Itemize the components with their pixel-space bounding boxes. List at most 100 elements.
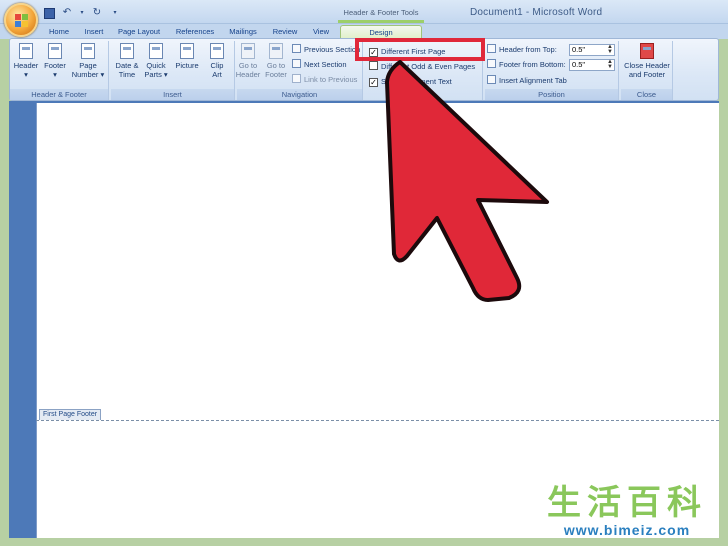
chevron-down-icon: ▾ xyxy=(100,70,105,79)
header-button[interactable]: Header ▾ xyxy=(12,43,40,87)
goto-footer-button[interactable]: Go to Footer xyxy=(262,43,290,87)
page-number-icon xyxy=(81,43,95,59)
watermark-chinese: 生活百科 xyxy=(547,483,707,523)
tab-view[interactable]: View xyxy=(307,25,335,39)
tab-references[interactable]: References xyxy=(172,25,218,39)
insert-alignment-tab-label: Insert Alignment Tab xyxy=(499,76,567,85)
chevron-down-icon: ▾ xyxy=(163,70,168,79)
footer-boundary xyxy=(36,420,719,421)
different-odd-even-label: Different Odd & Even Pages xyxy=(381,62,476,71)
link-icon xyxy=(292,74,301,83)
spin-arrows-icon[interactable]: ▲ ▼ xyxy=(607,59,613,70)
context-tool-band xyxy=(338,20,424,23)
dropdown-icon[interactable]: ▾ xyxy=(79,7,85,19)
close-label-1: Close Header xyxy=(624,61,670,70)
office-button[interactable] xyxy=(4,3,38,37)
previous-section-button[interactable]: Previous Section xyxy=(292,43,360,56)
goto-footer-label-1: Go to xyxy=(266,61,286,70)
quick-parts-button[interactable]: Quick Parts ▾ xyxy=(142,43,170,87)
goto-header-label-1: Go to xyxy=(238,61,258,70)
footer-button[interactable]: Footer ▾ xyxy=(41,43,69,87)
date-time-button[interactable]: Date & Time xyxy=(113,43,141,87)
picture-label: Picture xyxy=(175,61,199,70)
clip-art-button[interactable]: Clip Art xyxy=(203,43,231,87)
document-page[interactable] xyxy=(36,103,719,538)
group-navigation: Go to Header Go to Footer Previous Secti… xyxy=(234,41,363,100)
tab-home[interactable]: Home xyxy=(44,25,74,39)
ribbon-tabs: Home Insert Page Layout References Maili… xyxy=(0,24,728,39)
watermark: 生活百科 www.bimeiz.com xyxy=(532,484,722,542)
footer-from-bottom-label: Footer from Bottom: xyxy=(499,60,566,69)
next-section-button[interactable]: Next Section xyxy=(292,58,347,71)
chevron-down-icon: ▾ xyxy=(53,70,57,79)
context-tool-title: Header & Footer Tools xyxy=(343,8,419,17)
header-from-top-input[interactable]: 0.5" ▲ ▼ xyxy=(569,44,615,56)
insert-alignment-tab-button[interactable]: Insert Alignment Tab xyxy=(487,74,567,87)
header-icon xyxy=(19,43,33,59)
tab-mailings[interactable]: Mailings xyxy=(225,25,261,39)
goto-footer-icon xyxy=(269,43,283,59)
group-position: Header from Top: 0.5" ▲ ▼ Footer from Bot… xyxy=(485,41,619,100)
tab-review[interactable]: Review xyxy=(269,25,301,39)
header-position-icon xyxy=(487,44,496,53)
quick-parts-icon xyxy=(149,43,163,59)
checkbox-unchecked-icon xyxy=(369,61,378,70)
footer-from-bottom-row: Footer from Bottom: xyxy=(487,58,566,71)
tab-page-layout[interactable]: Page Layout xyxy=(114,25,164,39)
show-document-text-label: Show Document Text xyxy=(381,77,452,86)
header-from-top-label: Header from Top: xyxy=(499,45,557,54)
goto-header-button[interactable]: Go to Header xyxy=(234,43,262,87)
window-title: Document1 - Microsoft Word xyxy=(470,7,603,18)
highlight-box xyxy=(355,38,485,61)
close-icon xyxy=(640,43,654,59)
next-section-icon xyxy=(292,59,301,68)
watermark-url: www.bimeiz.com xyxy=(563,522,691,538)
close-header-footer-button[interactable]: Close Header and Footer xyxy=(623,43,671,87)
different-odd-even-checkbox[interactable]: Different Odd & Even Pages xyxy=(369,60,475,73)
group-header-footer: Header ▾ Footer ▾ Page Number ▾ Header &… xyxy=(10,41,109,100)
show-document-text-checkbox[interactable]: ✓ Show Document Text xyxy=(369,75,452,88)
alignment-tab-icon xyxy=(487,75,496,84)
redo-icon[interactable]: ↻ xyxy=(91,7,103,19)
header-button-label: Header xyxy=(13,61,39,70)
previous-section-icon xyxy=(292,44,301,53)
quick-access-toolbar: ↶ ▾ ↻ ▾ xyxy=(44,5,121,21)
picture-button[interactable]: Picture xyxy=(171,43,203,87)
quick-parts-label-2: Parts xyxy=(144,70,162,79)
save-icon[interactable] xyxy=(44,7,55,19)
previous-section-label: Previous Section xyxy=(304,45,361,54)
group-label-insert: Insert xyxy=(111,89,234,100)
clip-art-label-2: Art xyxy=(212,70,222,79)
footer-from-bottom-input[interactable]: 0.5" ▲ ▼ xyxy=(569,59,615,71)
footer-position-icon xyxy=(487,59,496,68)
group-label-header-footer: Header & Footer xyxy=(10,89,108,100)
link-to-previous-button[interactable]: Link to Previous xyxy=(292,73,357,86)
link-to-previous-label: Link to Previous xyxy=(304,75,358,84)
picture-icon xyxy=(180,43,194,59)
goto-header-label-2: Header xyxy=(235,70,261,79)
quick-parts-label-1: Quick xyxy=(146,61,166,70)
chevron-down-icon: ▾ xyxy=(24,70,28,79)
page-number-label-1: Page xyxy=(79,61,97,70)
header-from-top-value: 0.5" xyxy=(572,45,586,54)
footer-from-bottom-value: 0.5" xyxy=(572,60,586,69)
page-number-label-2: Number xyxy=(71,70,99,79)
undo-icon[interactable]: ↶ xyxy=(61,7,73,19)
office-logo-icon xyxy=(15,14,29,28)
page-number-button[interactable]: Page Number ▾ xyxy=(71,43,105,87)
group-insert: Date & Time Quick Parts ▾ Picture Clip A… xyxy=(111,41,235,100)
tab-design[interactable]: Design xyxy=(340,25,422,39)
clip-art-icon xyxy=(210,43,224,59)
customize-qat-icon[interactable]: ▾ xyxy=(109,7,121,19)
footer-button-label: Footer xyxy=(44,61,66,70)
group-label-navigation: Navigation xyxy=(237,89,362,100)
spin-arrows-icon[interactable]: ▲ ▼ xyxy=(607,44,613,55)
tab-insert[interactable]: Insert xyxy=(80,25,108,39)
clip-art-label-1: Clip xyxy=(210,61,224,70)
header-from-top-row: Header from Top: xyxy=(487,43,557,56)
group-label-position: Position xyxy=(485,89,618,100)
group-close: Close Header and Footer Close xyxy=(621,41,673,100)
close-label-2: and Footer xyxy=(628,70,666,79)
next-section-label: Next Section xyxy=(304,60,347,69)
footer-icon xyxy=(48,43,62,59)
